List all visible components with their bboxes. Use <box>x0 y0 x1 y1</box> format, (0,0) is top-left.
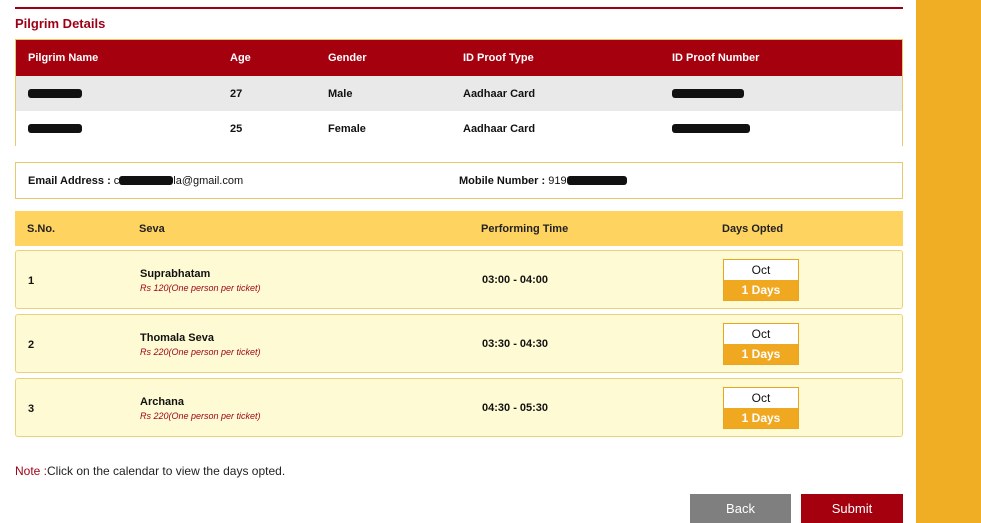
seva-sno: 1 <box>28 275 35 287</box>
calendar-month: Oct <box>751 391 771 405</box>
email-suffix: la@gmail.com <box>173 174 244 187</box>
calendar-days: 1 Days <box>724 344 798 364</box>
pilgrim-name-redacted <box>28 88 82 100</box>
seva-name: Archana <box>140 396 185 408</box>
seva-price: Rs 120(One person per ticket) <box>140 283 261 293</box>
header-days-opted: Days Opted <box>722 222 784 235</box>
submit-button[interactable]: Submit <box>801 494 903 523</box>
pilgrim-id-type: Aadhaar Card <box>463 122 536 135</box>
mobile-info: Mobile Number : 919 <box>459 175 627 187</box>
header-id-proof-number: ID Proof Number <box>672 52 760 64</box>
back-button[interactable]: Back <box>690 494 791 523</box>
contact-info-box: Email Address : c la@gmail.com Mobile Num… <box>15 162 903 199</box>
pilgrim-table-header: Pilgrim Name Age Gender ID Proof Type ID… <box>16 40 902 76</box>
mobile-prefix: 919 <box>548 174 567 187</box>
id-number-redacted <box>672 88 744 100</box>
seva-name: Thomala Seva <box>140 332 214 344</box>
section-title: Pilgrim Details <box>15 7 903 35</box>
note-body: Click on the calendar to view the days o… <box>47 464 286 478</box>
pilgrim-id-type: Aadhaar Card <box>463 87 536 100</box>
mobile-label: Mobile Number : <box>459 174 546 187</box>
table-row: 25 Female Aadhaar Card <box>16 111 902 146</box>
calendar-month: Oct <box>751 263 771 277</box>
email-label: Email Address : <box>28 174 111 187</box>
seva-price: Rs 220(One person per ticket) <box>140 411 261 421</box>
header-performing-time: Performing Time <box>481 222 569 235</box>
header-age: Age <box>230 52 251 64</box>
seva-time: 03:00 - 04:00 <box>482 274 549 286</box>
mobile-redacted <box>566 176 627 186</box>
id-number-redacted <box>672 123 750 135</box>
calendar-days: 1 Days <box>724 280 798 300</box>
seva-price: Rs 220(One person per ticket) <box>140 347 261 357</box>
pilgrim-name-redacted <box>28 123 82 135</box>
pilgrim-age: 25 <box>230 122 243 135</box>
seva-sno: 2 <box>28 339 35 351</box>
right-side-bar <box>916 0 981 523</box>
calendar-button[interactable]: Oct 1 Days <box>723 387 799 429</box>
header-gender: Gender <box>328 52 367 64</box>
header-id-proof-type: ID Proof Type <box>463 52 534 64</box>
seva-name: Suprabhatam <box>140 268 211 280</box>
seva-time: 03:30 - 04:30 <box>482 338 549 350</box>
note-label: Note : <box>15 464 48 478</box>
note-text: Note :Click on the calendar to view the … <box>15 464 285 478</box>
calendar-days: 1 Days <box>724 408 798 428</box>
pilgrim-gender: Male <box>328 87 353 100</box>
header-seva: Seva <box>139 222 165 235</box>
calendar-month: Oct <box>751 327 771 341</box>
email-info: Email Address : c la@gmail.com <box>28 175 243 187</box>
email-redacted <box>119 176 174 186</box>
pilgrim-gender: Female <box>328 122 366 135</box>
calendar-button[interactable]: Oct 1 Days <box>723 323 799 365</box>
seva-row: 2 Thomala Seva Rs 220(One person per tic… <box>15 314 903 373</box>
seva-row: 1 Suprabhatam Rs 120(One person per tick… <box>15 250 903 309</box>
pilgrim-age: 27 <box>230 87 243 100</box>
calendar-button[interactable]: Oct 1 Days <box>723 259 799 301</box>
seva-table-header: S.No. Seva Performing Time Days Opted <box>15 211 903 246</box>
header-sno: S.No. <box>27 222 56 235</box>
pilgrim-table: Pilgrim Name Age Gender ID Proof Type ID… <box>15 39 903 146</box>
header-pilgrim-name: Pilgrim Name <box>28 52 99 64</box>
seva-sno: 3 <box>28 403 35 415</box>
seva-row: 3 Archana Rs 220(One person per ticket) … <box>15 378 903 437</box>
seva-time: 04:30 - 05:30 <box>482 402 549 414</box>
table-row: 27 Male Aadhaar Card <box>16 76 902 111</box>
